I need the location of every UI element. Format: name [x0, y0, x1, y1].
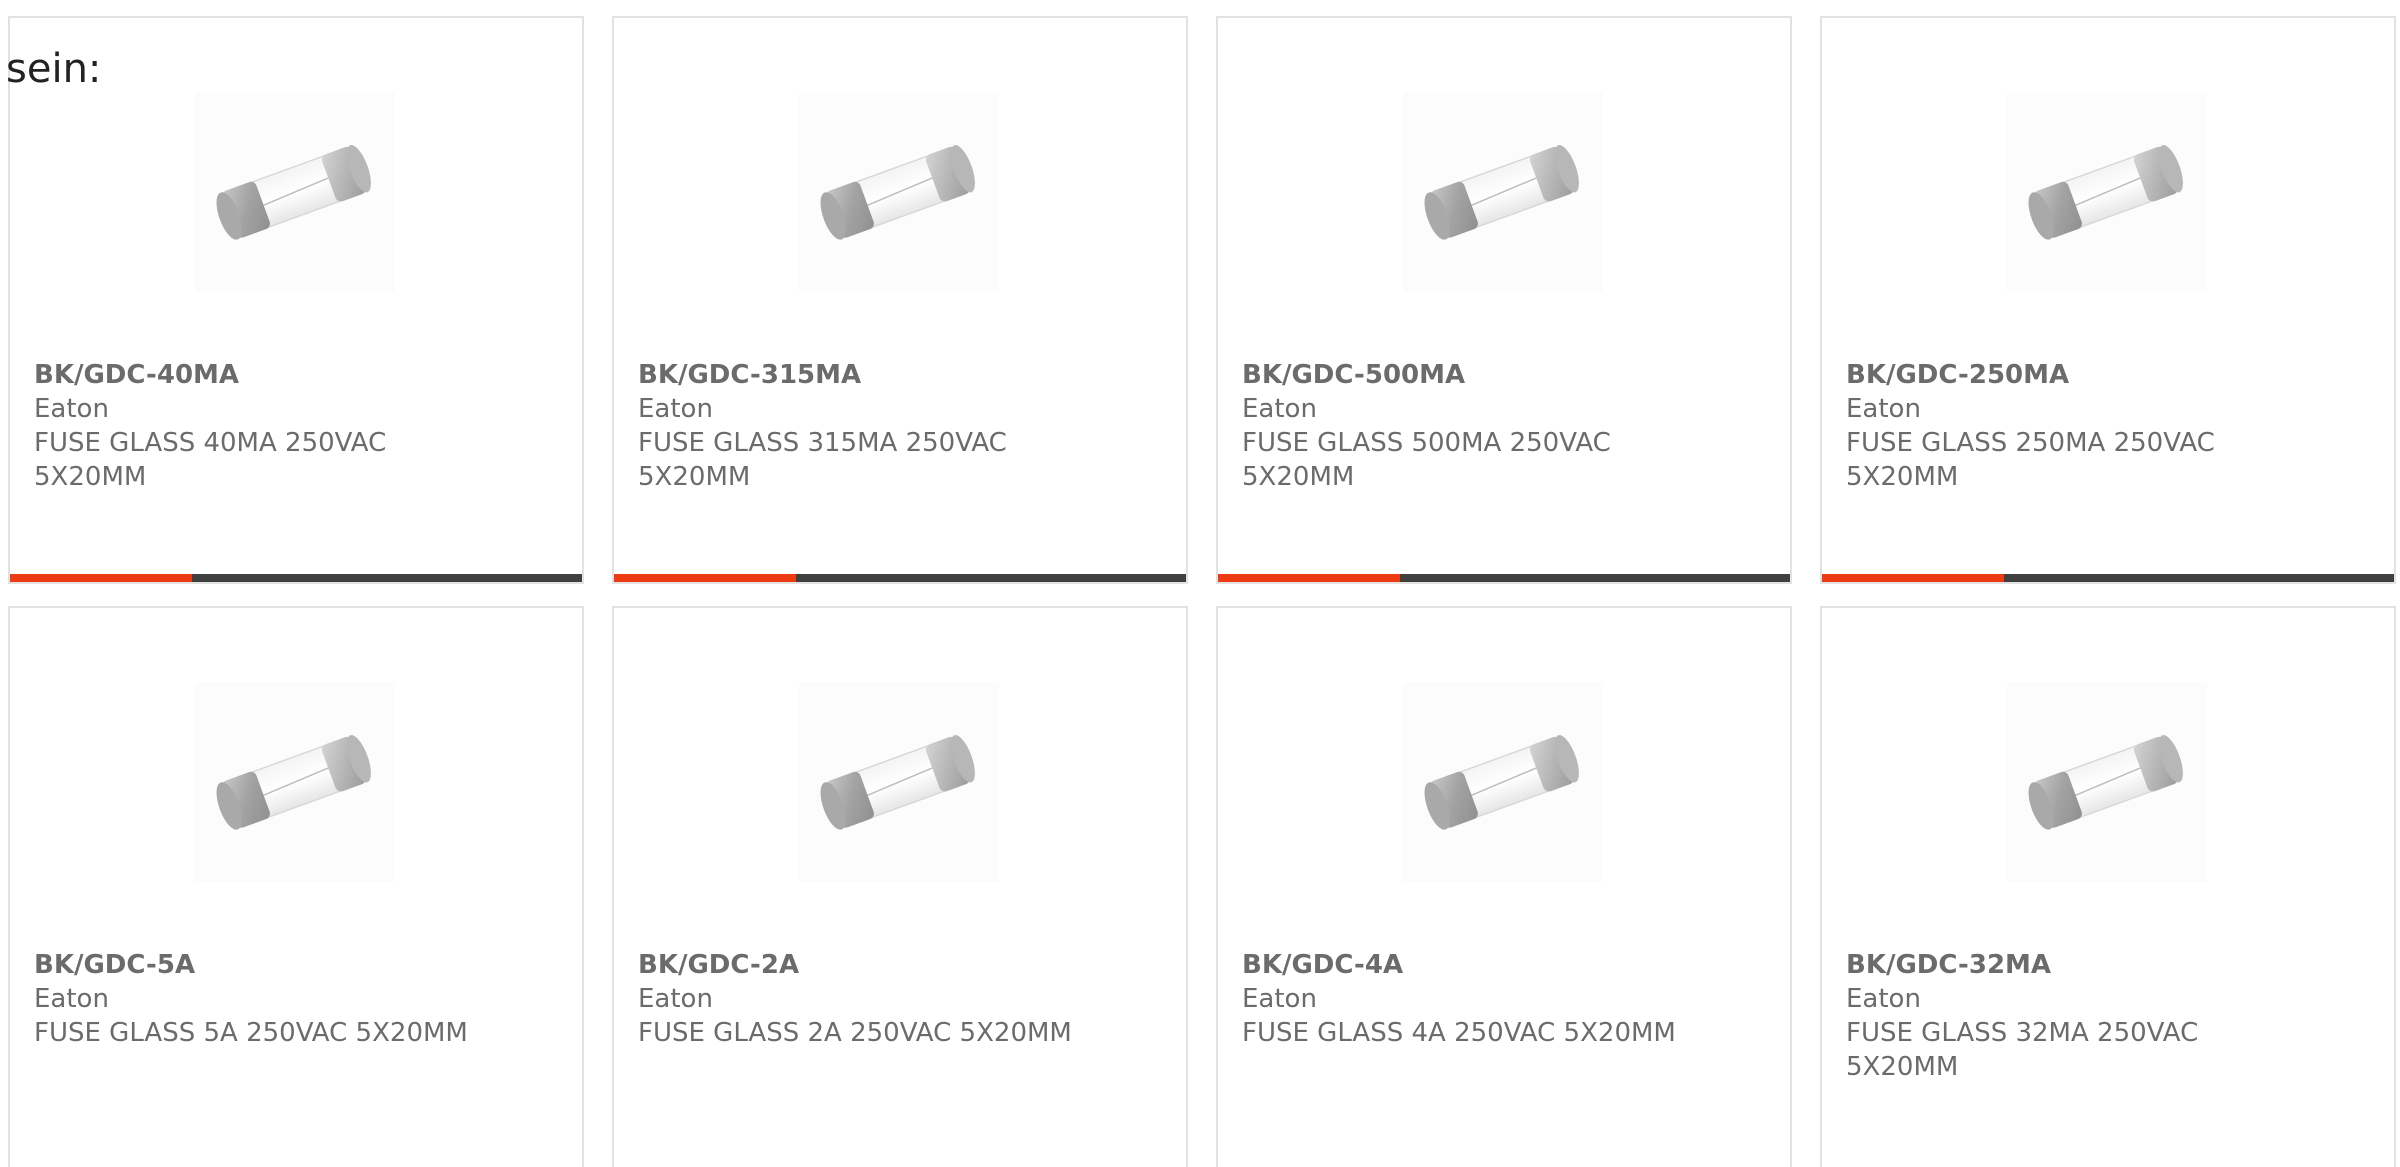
- glass-fuse-icon: [2007, 92, 2207, 292]
- manufacturer: Eaton: [1846, 394, 1921, 424]
- product-description: FUSE GLASS 4A 250VAC 5X20MM: [1242, 1018, 1676, 1048]
- card-bottom-bar: [1218, 574, 1790, 582]
- product-info: BK/GDC-250MA Eaton FUSE GLASS 250MA 250V…: [1846, 358, 2366, 494]
- product-description: FUSE GLASS 32MA 250VAC 5X20MM: [1846, 1018, 2199, 1082]
- card-accent-bar: [1822, 574, 2004, 582]
- product-card[interactable]: BK/GDC-4A Eaton FUSE GLASS 4A 250VAC 5X2…: [1216, 606, 1792, 1167]
- product-card[interactable]: BK/GDC-250MA Eaton FUSE GLASS 250MA 250V…: [1820, 16, 2396, 584]
- product-description: FUSE GLASS 5A 250VAC 5X20MM: [34, 1018, 468, 1048]
- glass-fuse-icon: [1403, 92, 1603, 292]
- glass-fuse-icon: [195, 682, 395, 882]
- product-info: BK/GDC-2A Eaton FUSE GLASS 2A 250VAC 5X2…: [638, 948, 1158, 1050]
- part-number[interactable]: BK/GDC-2A: [638, 948, 1158, 982]
- product-description: FUSE GLASS 250MA 250VAC 5X20MM: [1846, 428, 2215, 492]
- product-info: BK/GDC-4A Eaton FUSE GLASS 4A 250VAC 5X2…: [1242, 948, 1762, 1050]
- product-description: FUSE GLASS 40MA 250VAC 5X20MM: [34, 428, 387, 492]
- part-number[interactable]: BK/GDC-315MA: [638, 358, 1158, 392]
- card-accent-bar: [614, 574, 796, 582]
- glass-fuse-icon: [1403, 682, 1603, 882]
- product-description: FUSE GLASS 500MA 250VAC 5X20MM: [1242, 428, 1611, 492]
- part-number[interactable]: BK/GDC-500MA: [1242, 358, 1762, 392]
- product-info: BK/GDC-40MA Eaton FUSE GLASS 40MA 250VAC…: [34, 358, 554, 494]
- glass-fuse-icon: [2007, 682, 2207, 882]
- card-accent-bar: [1218, 574, 1400, 582]
- manufacturer: Eaton: [638, 394, 713, 424]
- product-card[interactable]: BK/GDC-40MA Eaton FUSE GLASS 40MA 250VAC…: [8, 16, 584, 584]
- glass-fuse-icon: [195, 92, 395, 292]
- product-info: BK/GDC-32MA Eaton FUSE GLASS 32MA 250VAC…: [1846, 948, 2366, 1084]
- part-number[interactable]: BK/GDC-5A: [34, 948, 554, 982]
- intro-text: sein:: [6, 46, 102, 92]
- part-number[interactable]: BK/GDC-4A: [1242, 948, 1762, 982]
- manufacturer: Eaton: [34, 984, 109, 1014]
- card-bottom-bar: [1822, 574, 2394, 582]
- product-info: BK/GDC-500MA Eaton FUSE GLASS 500MA 250V…: [1242, 358, 1762, 494]
- product-card[interactable]: BK/GDC-500MA Eaton FUSE GLASS 500MA 250V…: [1216, 16, 1792, 584]
- manufacturer: Eaton: [34, 394, 109, 424]
- glass-fuse-icon: [799, 682, 999, 882]
- product-listing-page: sein: BK/GDC-40MA Eaton FUSE GLASS 40MA …: [0, 0, 2400, 1167]
- product-card[interactable]: BK/GDC-32MA Eaton FUSE GLASS 32MA 250VAC…: [1820, 606, 2396, 1167]
- product-info: BK/GDC-315MA Eaton FUSE GLASS 315MA 250V…: [638, 358, 1158, 494]
- product-info: BK/GDC-5A Eaton FUSE GLASS 5A 250VAC 5X2…: [34, 948, 554, 1050]
- part-number[interactable]: BK/GDC-40MA: [34, 358, 554, 392]
- product-card[interactable]: BK/GDC-315MA Eaton FUSE GLASS 315MA 250V…: [612, 16, 1188, 584]
- part-number[interactable]: BK/GDC-250MA: [1846, 358, 2366, 392]
- part-number[interactable]: BK/GDC-32MA: [1846, 948, 2366, 982]
- product-card[interactable]: BK/GDC-2A Eaton FUSE GLASS 2A 250VAC 5X2…: [612, 606, 1188, 1167]
- manufacturer: Eaton: [638, 984, 713, 1014]
- card-bottom-bar: [10, 574, 582, 582]
- card-bottom-bar: [614, 574, 1186, 582]
- manufacturer: Eaton: [1242, 984, 1317, 1014]
- manufacturer: Eaton: [1846, 984, 1921, 1014]
- product-description: FUSE GLASS 315MA 250VAC 5X20MM: [638, 428, 1007, 492]
- glass-fuse-icon: [799, 92, 999, 292]
- manufacturer: Eaton: [1242, 394, 1317, 424]
- card-accent-bar: [10, 574, 192, 582]
- product-description: FUSE GLASS 2A 250VAC 5X20MM: [638, 1018, 1072, 1048]
- product-card[interactable]: BK/GDC-5A Eaton FUSE GLASS 5A 250VAC 5X2…: [8, 606, 584, 1167]
